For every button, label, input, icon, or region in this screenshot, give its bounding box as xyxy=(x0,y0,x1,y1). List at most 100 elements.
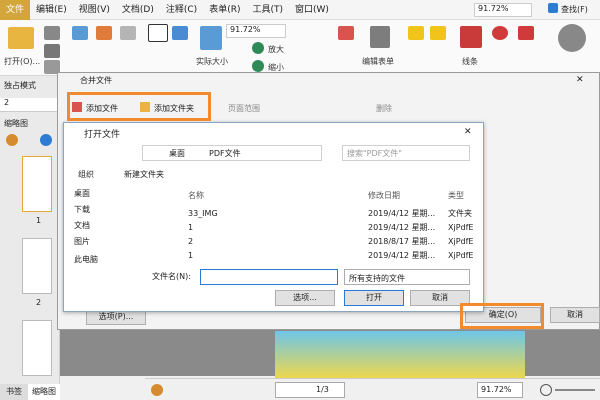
file-type: XjPdfE xyxy=(448,237,474,246)
open-options-button[interactable]: 选项... xyxy=(275,290,335,306)
zoom-out-bottom-icon[interactable] xyxy=(540,384,552,396)
hand-tool-icon[interactable] xyxy=(120,26,136,40)
breadcrumb[interactable]: 桌面 PDF文件 xyxy=(142,145,322,161)
open-dialog-title: 打开文件 xyxy=(84,130,121,140)
menu-edit[interactable]: 编辑(E) xyxy=(30,0,73,20)
nav-item-desktop[interactable]: 桌面 xyxy=(74,187,90,201)
zoom-in-icon[interactable] xyxy=(252,42,264,54)
new-folder-button[interactable]: 新建文件夹 xyxy=(124,169,164,180)
menubar-zoom-box[interactable]: 91.72% xyxy=(474,3,532,17)
organize-button[interactable]: 组织 xyxy=(78,169,94,180)
merge-title: 合并文件 xyxy=(80,76,112,85)
ribbon-zoom-box[interactable]: 91.72% xyxy=(226,24,286,38)
file-type: 文件夹 xyxy=(448,209,472,218)
hand-select-icon[interactable] xyxy=(148,24,168,42)
filetype-select[interactable]: 所有支持的文件 xyxy=(344,269,470,285)
menubar-zoom-value: 91.72% xyxy=(478,4,509,13)
edit-form-label[interactable]: 编辑表单 xyxy=(362,56,394,67)
tab-bookmarks[interactable]: 书签 xyxy=(0,384,28,400)
zoom-out-icon[interactable] xyxy=(252,60,264,72)
stamp-icon[interactable] xyxy=(558,24,586,52)
open-close-icon[interactable]: ✕ xyxy=(464,127,472,137)
file-name: 2 xyxy=(188,237,194,246)
nav-item-downloads[interactable]: 下载 xyxy=(74,203,90,217)
page-image xyxy=(275,331,525,379)
zoom-slider[interactable] xyxy=(555,389,595,391)
line-tool-icon[interactable] xyxy=(460,26,482,48)
merge-close-icon[interactable]: ✕ xyxy=(576,75,584,85)
undo-icon[interactable] xyxy=(96,26,112,40)
search-field[interactable]: 搜索"PDF文件" xyxy=(342,145,470,161)
file-name: 1 xyxy=(188,251,194,260)
menu-tools[interactable]: 工具(T) xyxy=(246,0,289,20)
breadcrumb-pdf-folder[interactable]: PDF文件 xyxy=(209,148,241,159)
actual-size-label[interactable]: 实际大小 xyxy=(196,56,228,67)
zoom-in-label[interactable]: 放大 xyxy=(268,44,284,55)
camera-icon[interactable] xyxy=(172,26,188,40)
circle-shape-icon[interactable] xyxy=(492,26,508,40)
open-label[interactable]: 打开(O)... xyxy=(4,56,40,67)
breadcrumb-desktop[interactable]: 桌面 xyxy=(169,148,185,159)
file-row[interactable]: 1 2019/4/12 星期... XjPdfE xyxy=(184,249,484,262)
file-date: 2018/8/17 星期... xyxy=(368,237,436,246)
open-cancel-button[interactable]: 取消 xyxy=(410,290,470,306)
page-thumbnail-2[interactable] xyxy=(22,238,52,294)
menu-comment[interactable]: 注释(C) xyxy=(160,0,203,20)
print-icon[interactable] xyxy=(44,26,60,40)
file-type: XjPdfE xyxy=(448,251,474,260)
add-folder-icon[interactable] xyxy=(140,102,150,112)
save-icon[interactable] xyxy=(72,26,88,40)
file-row[interactable]: 33_IMG 2019/4/12 星期... 文件夹 xyxy=(184,207,484,220)
merge-cancel-button[interactable]: 取消 xyxy=(550,307,600,323)
filename-input[interactable] xyxy=(200,269,338,285)
search-label[interactable]: 查找(F) xyxy=(561,4,588,15)
file-name: 1 xyxy=(188,223,194,232)
bottom-bar: 1/3 91.72% xyxy=(145,378,600,400)
bottom-zoom-value: 91.72% xyxy=(481,385,512,394)
page-input[interactable]: 1/3 xyxy=(275,382,345,398)
line-label[interactable]: 线条 xyxy=(462,56,478,67)
menu-document[interactable]: 文档(D) xyxy=(116,0,160,20)
file-row[interactable]: 2 2018/8/17 星期... XjPdfE xyxy=(184,235,484,248)
text-tool-icon[interactable] xyxy=(408,26,424,40)
open-folder-icon[interactable] xyxy=(8,27,34,49)
file-list-header: 名称 修改日期 类型 xyxy=(184,189,484,202)
mail-icon[interactable] xyxy=(44,44,60,58)
add-file-icon[interactable] xyxy=(72,102,82,112)
delete-button[interactable]: 删除 xyxy=(376,103,392,114)
file-row[interactable]: 1 2019/4/12 星期... XjPdfE xyxy=(184,221,484,234)
gear-icon[interactable] xyxy=(6,134,18,146)
column-type[interactable]: 类型 xyxy=(448,189,464,202)
note-tool-icon[interactable] xyxy=(430,26,446,40)
polygon-shape-icon[interactable] xyxy=(518,26,534,40)
page-range-button[interactable]: 页面范围 xyxy=(228,103,260,114)
bottom-zoom-box[interactable]: 91.72% xyxy=(477,382,523,398)
nav-item-this-pc[interactable]: 此电脑 xyxy=(74,253,98,267)
menu-window[interactable]: 窗口(W) xyxy=(289,0,335,20)
page-thumbnail-3[interactable] xyxy=(22,320,52,376)
nav-item-pictures[interactable]: 图片 xyxy=(74,235,90,249)
actual-size-icon[interactable] xyxy=(200,26,222,50)
ribbon-toolbar: 打开(O)... 实际大小 91.72% 放大 缩小 编辑表单 线条 xyxy=(0,20,600,76)
add-file-button[interactable]: 添加文件 xyxy=(86,103,118,114)
search-icon[interactable] xyxy=(548,3,558,13)
search-placeholder: 搜索"PDF文件" xyxy=(347,149,402,158)
column-name[interactable]: 名称 xyxy=(188,189,204,202)
menu-view[interactable]: 视图(V) xyxy=(73,0,116,20)
tab-thumbnails[interactable]: 缩略图 xyxy=(28,384,60,400)
add-folder-button[interactable]: 添加文件夹 xyxy=(154,103,194,114)
edit-form-icon[interactable] xyxy=(370,26,390,48)
rotate-icon[interactable] xyxy=(338,26,354,40)
add-icon[interactable] xyxy=(40,134,52,146)
left-panel: 独占模式 2 缩略图 1 2 书签 缩略图 xyxy=(0,76,60,400)
bottom-gear-icon[interactable] xyxy=(151,384,163,396)
column-date[interactable]: 修改日期 xyxy=(368,189,400,202)
page-display: 1/3 xyxy=(316,385,329,394)
nav-item-documents[interactable]: 文档 xyxy=(74,219,90,233)
page-number-tab[interactable]: 2 xyxy=(0,98,60,112)
menu-file[interactable]: 文件 xyxy=(0,0,31,20)
open-button[interactable]: 打开 xyxy=(344,290,404,306)
menu-form[interactable]: 表单(R) xyxy=(203,0,246,20)
file-date: 2019/4/12 星期... xyxy=(368,209,436,218)
page-thumbnail-1[interactable] xyxy=(22,156,52,212)
